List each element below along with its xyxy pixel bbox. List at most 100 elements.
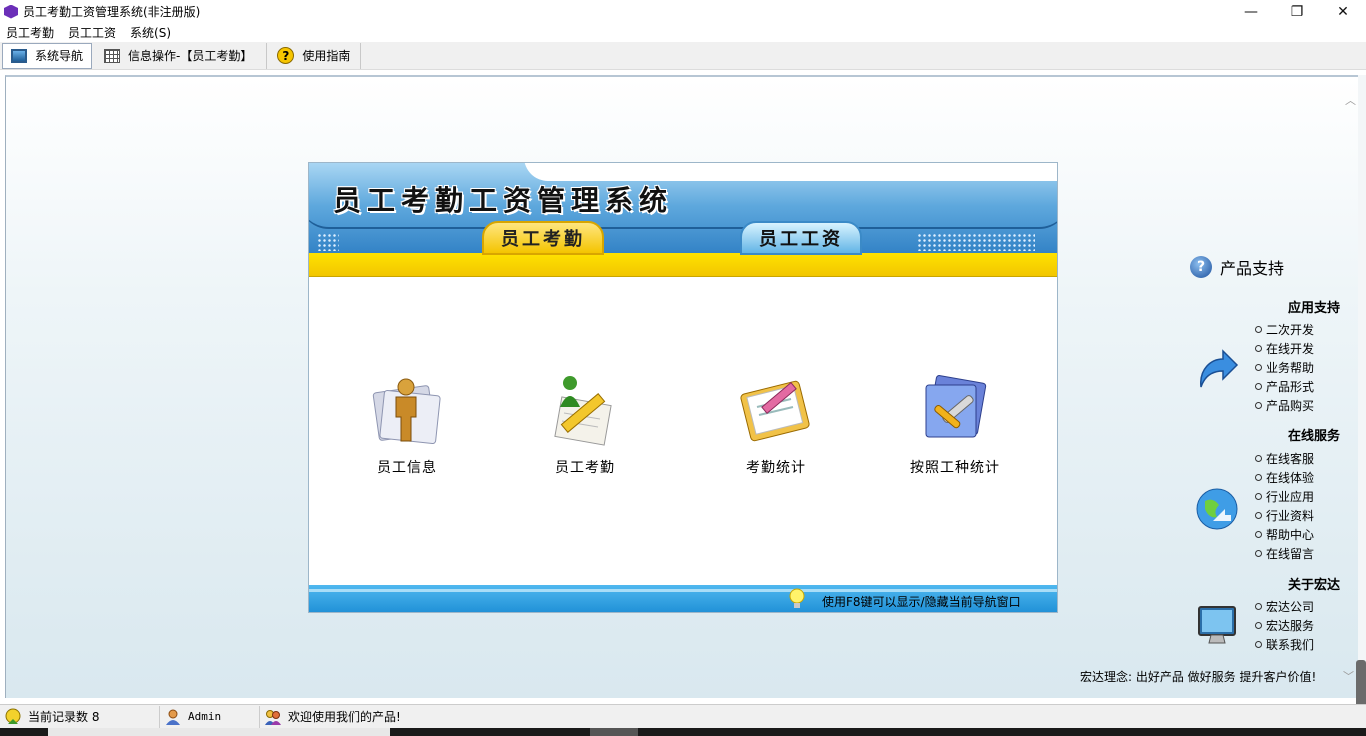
clipboard-icon <box>740 380 810 442</box>
bullet-icon <box>1255 550 1262 557</box>
status-welcome: 欢迎使用我们的产品! <box>260 706 1366 728</box>
menu-attendance[interactable]: 员工考勤 <box>0 24 62 41</box>
bullet-icon <box>1255 493 1262 500</box>
window-controls: — ❐ ✕ <box>1228 0 1366 23</box>
record-count-icon <box>5 708 21 724</box>
link-online-dev[interactable]: 在线开发 <box>1255 339 1314 358</box>
app-icon <box>4 4 18 19</box>
nav-items: 员工信息 员工考勤 考勤统计 按照工种统计 <box>309 373 1057 483</box>
link-text: 二次开发 <box>1266 323 1315 337</box>
tip-bar-stripe <box>309 589 1057 592</box>
bullet-icon <box>1255 455 1262 462</box>
link-text: 业务帮助 <box>1266 361 1315 375</box>
globe-icon <box>1196 488 1238 530</box>
section-about: 关于宏达 <box>1287 578 1340 593</box>
link-text: 在线留言 <box>1266 547 1315 561</box>
nav-label: 按照工种统计 <box>910 460 1000 476</box>
user-icon <box>166 709 180 725</box>
link-text: 在线体验 <box>1266 471 1315 485</box>
link-text: 宏达服务 <box>1266 619 1315 633</box>
bullet-icon <box>1255 326 1262 333</box>
tip-text: 使用F8键可以显示/隐藏当前导航窗口 <box>822 595 1021 609</box>
link-text: 产品购买 <box>1266 399 1315 413</box>
bullet-icon <box>1255 531 1262 538</box>
status-user: Admin <box>160 705 260 728</box>
link-online-trial[interactable]: 在线体验 <box>1255 468 1314 487</box>
link-industry-apps[interactable]: 行业应用 <box>1255 487 1314 506</box>
status-records-text: 当前记录数 8 <box>28 710 100 724</box>
link-product-purchase[interactable]: 产品购买 <box>1255 396 1314 415</box>
tab-label: 系统导航 <box>35 49 84 63</box>
nav-employee-attendance[interactable]: 员工考勤 <box>505 373 665 477</box>
bullet-icon <box>1255 512 1262 519</box>
users-icon <box>265 709 281 725</box>
support-title: ? 产品支持 <box>1190 255 1284 279</box>
link-text: 行业应用 <box>1266 490 1315 504</box>
link-product-form[interactable]: 产品形式 <box>1255 377 1314 396</box>
tools-icon <box>925 375 987 438</box>
link-business-help[interactable]: 业务帮助 <box>1255 358 1314 377</box>
tab-user-guide[interactable]: ? 使用指南 <box>267 42 362 69</box>
link-services[interactable]: 宏达服务 <box>1255 616 1314 635</box>
link-contact[interactable]: 联系我们 <box>1255 635 1314 654</box>
menu-bar: 员工考勤 员工工资 系统(S) <box>0 23 1366 42</box>
tab-info-operation[interactable]: 信息操作-【员工考勤】 <box>92 42 268 69</box>
nav-label: 员工考勤 <box>555 460 615 476</box>
section-online-service: 在线服务 <box>1287 429 1340 444</box>
vertical-scrollbar[interactable] <box>1358 75 1366 698</box>
tab-label: 使用指南 <box>302 49 351 63</box>
bullet-icon <box>1255 622 1262 629</box>
link-secondary-dev[interactable]: 二次开发 <box>1255 320 1314 339</box>
link-text: 帮助中心 <box>1266 528 1315 542</box>
person-icon <box>372 378 441 444</box>
window-title: 员工考勤工资管理系统(非注册版) <box>23 5 201 19</box>
company-motto: 宏达理念: 出好产品 做好服务 提升客户价值! <box>1080 670 1317 684</box>
nav-employee-info[interactable]: 员工信息 <box>327 373 487 477</box>
navigation-panel: 员工考勤工资管理系统 员工考勤 员工工资 员工信息 员工考勤 考勤统计 按照工种… <box>308 162 1058 613</box>
help-icon: ? <box>1190 256 1212 278</box>
banner-title: 员工考勤工资管理系统 <box>333 184 674 217</box>
link-online-message[interactable]: 在线留言 <box>1255 544 1314 563</box>
section-app-support: 应用支持 <box>1287 301 1340 316</box>
link-text: 产品形式 <box>1266 380 1315 394</box>
bullet-icon <box>1255 641 1262 648</box>
restore-button[interactable]: ❐ <box>1274 0 1320 23</box>
status-bar: 当前记录数 8 Admin 欢迎使用我们的产品! <box>0 704 1366 728</box>
bullet-icon <box>1255 345 1262 352</box>
dots-decoration <box>317 233 339 251</box>
link-industry-docs[interactable]: 行业资料 <box>1255 506 1314 525</box>
banner: 员工考勤工资管理系统 <box>309 163 1057 258</box>
status-records: 当前记录数 8 <box>0 705 160 728</box>
taskbar-item[interactable] <box>48 728 390 736</box>
nav-stats-by-trade[interactable]: 按照工种统计 <box>875 373 1035 477</box>
support-title-text: 产品支持 <box>1220 259 1285 278</box>
bullet-icon <box>1255 474 1262 481</box>
bullet-icon <box>1255 603 1262 610</box>
link-help-center[interactable]: 帮助中心 <box>1255 525 1314 544</box>
attendance-edit-icon <box>554 376 612 446</box>
bullet-icon <box>1255 402 1262 409</box>
title-bar: 员工考勤工资管理系统(非注册版) — ❐ ✕ <box>0 0 1366 23</box>
link-text: 在线客服 <box>1266 452 1315 466</box>
tab-attendance[interactable]: 员工考勤 <box>482 221 604 255</box>
monitor-icon <box>11 48 27 63</box>
nav-attendance-stats[interactable]: 考勤统计 <box>696 373 856 477</box>
link-online-support[interactable]: 在线客服 <box>1255 449 1314 468</box>
taskbar-item[interactable] <box>590 728 638 736</box>
link-company[interactable]: 宏达公司 <box>1255 597 1314 616</box>
arrow-icon <box>1200 349 1239 388</box>
bullet-icon <box>1255 383 1262 390</box>
tab-salary[interactable]: 员工工资 <box>740 221 862 255</box>
link-text: 宏达公司 <box>1266 600 1315 614</box>
tab-system-nav[interactable]: 系统导航 <box>2 42 93 69</box>
scroll-down-icon[interactable]: ﹀ <box>1343 668 1354 684</box>
status-user-text: Admin <box>188 710 222 723</box>
grid-icon <box>104 48 121 63</box>
menu-system[interactable]: 系统(S) <box>124 24 179 41</box>
close-button[interactable]: ✕ <box>1320 0 1366 23</box>
scroll-up-icon[interactable]: ︿ <box>1345 92 1356 108</box>
about-links: 宏达公司 宏达服务 联系我们 <box>1255 597 1314 654</box>
lightbulb-icon <box>789 588 805 608</box>
menu-salary[interactable]: 员工工资 <box>62 24 124 41</box>
minimize-button[interactable]: — <box>1228 0 1274 23</box>
